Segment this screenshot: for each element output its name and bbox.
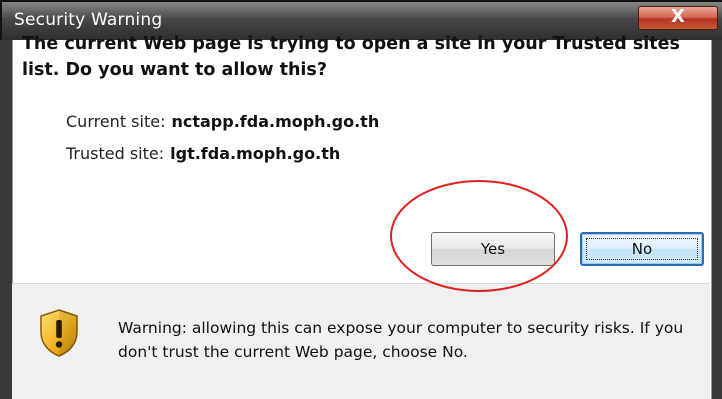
- annotation-circle: [390, 180, 568, 292]
- trusted-site-label: Trusted site:: [66, 144, 165, 163]
- shield-warning-icon: [40, 309, 78, 357]
- no-button[interactable]: No: [580, 232, 704, 266]
- trusted-site-value: lgt.fda.moph.go.th: [170, 144, 341, 163]
- close-icon: X: [671, 6, 685, 27]
- trusted-site-row: Trusted site: lgt.fda.moph.go.th: [66, 144, 340, 163]
- close-button[interactable]: X: [638, 6, 718, 30]
- current-site-row: Current site: nctapp.fda.moph.go.th: [66, 112, 379, 131]
- security-warning-dialog: Security Warning X The current Web page …: [0, 0, 722, 399]
- warning-message: Warning: allowing this can expose your c…: [118, 319, 684, 361]
- warning-heading: The current Web page is trying to open a…: [22, 34, 680, 80]
- dialog-title: Security Warning: [14, 10, 163, 30]
- current-site-value: nctapp.fda.moph.go.th: [171, 112, 380, 131]
- current-site-label: Current site:: [66, 112, 166, 131]
